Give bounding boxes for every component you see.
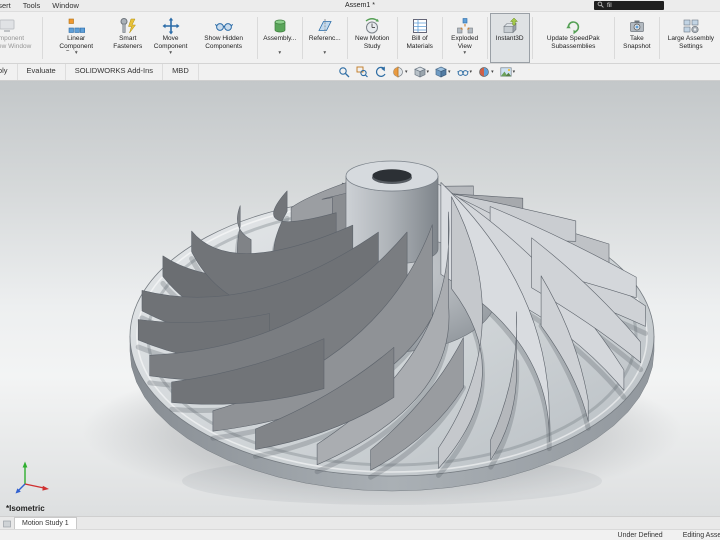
menu-insert[interactable]: Insert <box>0 1 17 10</box>
toolbar-separator <box>442 17 443 59</box>
toolbar-button-show-hidden-components[interactable]: Show Hidden Components <box>193 13 255 63</box>
view-orientation-label: *Isometric <box>6 504 45 513</box>
toolbar-button-reference-geometry[interactable]: Referenc... ▾ <box>305 13 345 63</box>
smart-fasteners-icon <box>119 16 137 35</box>
toolbar-separator <box>659 17 660 59</box>
tab-solidworks-add-ins[interactable]: SOLIDWORKS Add-Ins <box>66 64 163 80</box>
graphics-area[interactable]: *Isometric <box>0 81 720 516</box>
apply-scene-button[interactable]: ▾ <box>500 66 516 78</box>
commandmanager-tab-bar: Assembly Evaluate SOLIDWORKS Add-Ins MBD… <box>0 64 720 81</box>
dropdown-caret[interactable]: ▾ <box>75 51 78 56</box>
toolbar-button-assembly-features[interactable]: Assembly... ▾ <box>260 13 300 63</box>
zoom-area-button[interactable] <box>356 66 368 78</box>
heads-up-toolbar: ▾ ▾ ▾ ▾ ▾ ▾ <box>338 65 515 79</box>
motion-study-bar: Motion Study 1 <box>0 516 720 529</box>
toolbar-button-move-component[interactable]: Move Component ▾ <box>149 13 193 63</box>
menu-tools[interactable]: Tools <box>17 1 47 10</box>
view-orientation-button[interactable]: ▾ <box>414 66 430 78</box>
toolbar-separator <box>532 17 533 59</box>
tab-assembly[interactable]: Assembly <box>0 64 18 80</box>
hide-show-items-button[interactable]: ▾ <box>457 66 473 78</box>
assembly-features-icon <box>271 16 289 35</box>
toolbar-separator <box>487 17 488 59</box>
search-input[interactable]: fil <box>607 2 612 9</box>
toolbar-button-large-assembly-settings[interactable]: Large Assembly Settings <box>662 13 720 63</box>
dropdown-caret[interactable]: ▾ <box>278 51 281 56</box>
toolbar-button-instant3d[interactable]: Instant3D <box>490 13 530 63</box>
search-box[interactable]: fil <box>594 1 664 10</box>
dropdown-caret[interactable]: ▾ <box>323 51 326 56</box>
toolbar-separator <box>302 17 303 59</box>
take-snapshot-icon <box>628 16 646 35</box>
show-hidden-components-icon <box>215 16 233 35</box>
status-bar: Under Defined Editing Assembly <box>0 529 720 540</box>
menu-window[interactable]: Window <box>46 1 85 10</box>
toolbar-button-linear-component-pattern[interactable]: Linear Component Pattern ▾ <box>45 13 106 63</box>
menu-bar: Insert Tools Window Assem1 * fil <box>0 0 720 12</box>
update-speedpak-icon <box>564 16 582 35</box>
toolbar-button-exploded-view[interactable]: Exploded View ▾ <box>445 13 485 63</box>
large-assembly-settings-icon <box>682 16 700 35</box>
move-component-icon <box>162 16 180 35</box>
dropdown-caret[interactable]: ▾ <box>169 51 172 56</box>
dropdown-caret[interactable]: ▾ <box>427 69 430 75</box>
tab-mbd[interactable]: MBD <box>163 64 199 80</box>
tab-motion-study-1[interactable]: Motion Study 1 <box>14 517 77 529</box>
dropdown-caret[interactable]: ▾ <box>405 69 408 75</box>
component-preview-window-icon <box>0 16 16 35</box>
status-editing-mode: Editing Assembly <box>683 532 720 539</box>
toolbar-separator <box>42 17 43 59</box>
section-view-button[interactable]: ▾ <box>392 66 408 78</box>
bill-of-materials-icon <box>411 16 429 35</box>
reference-geometry-icon <box>316 16 334 35</box>
toolbar-separator <box>257 17 258 59</box>
toolbar-button-bill-of-materials[interactable]: Bill of Materials <box>400 13 440 63</box>
solidworks-window: Insert Tools Window Assem1 * fil Compone… <box>0 0 720 540</box>
display-style-button[interactable]: ▾ <box>435 66 451 78</box>
previous-view-button[interactable] <box>374 66 386 78</box>
dropdown-caret[interactable]: ▾ <box>448 69 451 75</box>
tab-scroll-icon[interactable] <box>0 518 14 529</box>
toolbar-separator <box>397 17 398 59</box>
dropdown-caret[interactable]: ▾ <box>470 69 473 75</box>
edit-appearance-button[interactable]: ▾ <box>478 66 494 78</box>
linear-component-pattern-icon <box>67 16 85 35</box>
toolbar-separator <box>347 17 348 59</box>
toolbar-separator <box>614 17 615 59</box>
orientation-triad <box>14 457 52 500</box>
toolbar-button-take-snapshot[interactable]: Take Snapshot <box>617 13 657 63</box>
toolbar-button-new-motion-study[interactable]: New Motion Study <box>350 13 395 63</box>
search-icon <box>597 1 604 10</box>
toolbar-button-update-speedpak-subassemblies[interactable]: Update SpeedPak Subassemblies <box>535 13 612 63</box>
impeller-model[interactable] <box>0 81 720 516</box>
tab-evaluate[interactable]: Evaluate <box>18 64 66 80</box>
new-motion-study-icon <box>363 16 381 35</box>
toolbar-button-smart-fasteners[interactable]: Smart Fasteners <box>107 13 149 63</box>
dropdown-caret[interactable]: ▾ <box>513 69 516 75</box>
toolbar-button-component-preview-window[interactable]: Component Preview Window <box>0 13 40 63</box>
instant3d-icon <box>501 16 519 35</box>
zoom-fit-button[interactable] <box>338 66 350 78</box>
command-manager: Component Preview Window Linear Componen… <box>0 12 720 64</box>
dropdown-caret[interactable]: ▾ <box>463 51 466 56</box>
exploded-view-icon <box>456 16 474 35</box>
document-title: Assem1 * <box>345 2 375 9</box>
dropdown-caret[interactable]: ▾ <box>491 69 494 75</box>
status-constraint: Under Defined <box>618 532 663 539</box>
